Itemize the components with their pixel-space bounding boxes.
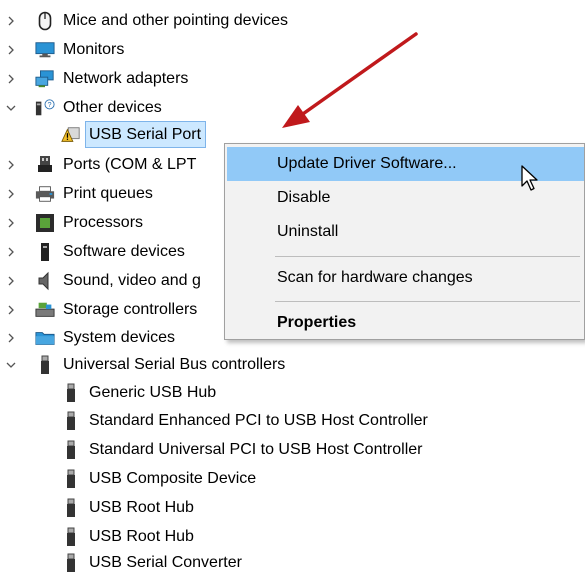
usb-icon [61, 440, 81, 460]
tree-item-usb-root-hub-2[interactable]: USB Root Hub [30, 522, 194, 551]
processor-icon [35, 213, 55, 233]
chevron-right-icon[interactable] [5, 266, 17, 295]
port-icon [35, 155, 55, 175]
chevron-right-icon[interactable] [5, 237, 17, 266]
chevron-right-icon[interactable] [5, 64, 17, 93]
chevron-right-icon[interactable] [5, 208, 17, 237]
mouse-cursor-icon [521, 165, 538, 191]
tree-item-label: Storage controllers [63, 301, 198, 318]
warning-device-icon [61, 125, 81, 145]
usb-icon [61, 553, 81, 573]
menu-item-scan-hardware[interactable]: Scan for hardware changes [227, 261, 584, 295]
chevron-right-icon[interactable] [5, 295, 17, 324]
tree-item-print-queues[interactable]: Print queues [0, 179, 153, 208]
chevron-down-icon[interactable] [5, 93, 17, 122]
tree-item-usb-root-hub-1[interactable]: USB Root Hub [30, 493, 194, 522]
tree-item-software-devices[interactable]: Software devices [0, 237, 185, 266]
tree-item-usb-serial-port[interactable]: USB Serial Port [30, 120, 207, 149]
chevron-right-icon[interactable] [5, 323, 17, 352]
tree-item-usb-serial-converter[interactable]: USB Serial Converter [30, 548, 242, 577]
storage-icon [35, 300, 55, 320]
svg-text:?: ? [48, 100, 52, 109]
tree-item-label: USB Root Hub [89, 528, 194, 545]
tree-item-monitors[interactable]: Monitors [0, 35, 124, 64]
tree-item-network-adapters[interactable]: Network adapters [0, 64, 188, 93]
tree-item-label: USB Root Hub [89, 499, 194, 516]
chevron-right-icon[interactable] [5, 35, 17, 64]
usb-icon [61, 498, 81, 518]
tree-item-mice[interactable]: Mice and other pointing devices [0, 6, 288, 35]
tree-item-system-devices[interactable]: System devices [0, 323, 175, 352]
tree-item-label: Standard Universal PCI to USB Host Contr… [89, 441, 423, 458]
usb-icon [61, 527, 81, 547]
tree-item-storage-controllers[interactable]: Storage controllers [0, 295, 197, 324]
tree-item-label: Generic USB Hub [89, 384, 217, 401]
menu-separator [275, 301, 580, 302]
chevron-down-icon[interactable] [5, 350, 17, 379]
tree-item-processors[interactable]: Processors [0, 208, 143, 237]
usb-icon [61, 411, 81, 431]
tree-item-label: Software devices [63, 243, 185, 260]
usb-icon [61, 383, 81, 403]
tree-item-label: Sound, video and g [63, 272, 201, 289]
unknown-device-icon: ? [35, 98, 55, 118]
tree-item-label: USB Serial Port [85, 121, 207, 148]
usb-icon [35, 355, 55, 375]
network-adapter-icon [35, 69, 55, 89]
tree-item-label: Other devices [63, 99, 162, 116]
software-device-icon [35, 242, 55, 262]
tree-item-label: Processors [63, 214, 144, 231]
tree-item-label: Mice and other pointing devices [63, 12, 289, 29]
tree-item-enhanced-pci-usb[interactable]: Standard Enhanced PCI to USB Host Contro… [30, 406, 428, 435]
mouse-icon [35, 11, 55, 31]
tree-item-other-devices[interactable]: ? Other devices [0, 93, 162, 122]
menu-item-properties[interactable]: Properties [227, 306, 584, 340]
tree-item-ports[interactable]: Ports (COM & LPT [0, 150, 196, 179]
chevron-right-icon[interactable] [5, 179, 17, 208]
tree-item-usb-controllers[interactable]: Universal Serial Bus controllers [0, 350, 285, 379]
printer-icon [35, 184, 55, 204]
folder-icon [35, 328, 55, 348]
tree-item-label: Print queues [63, 185, 153, 202]
tree-item-universal-pci-usb[interactable]: Standard Universal PCI to USB Host Contr… [30, 435, 422, 464]
tree-item-sound-video[interactable]: Sound, video and g [0, 266, 201, 295]
monitor-icon [35, 40, 55, 60]
speaker-icon [35, 271, 55, 291]
tree-item-label: System devices [63, 329, 176, 346]
tree-item-label: Monitors [63, 41, 125, 58]
tree-item-label: Standard Enhanced PCI to USB Host Contro… [89, 412, 428, 429]
tree-item-label: USB Composite Device [89, 470, 257, 487]
tree-item-label: USB Serial Converter [89, 554, 242, 571]
chevron-right-icon[interactable] [5, 6, 17, 35]
menu-separator [275, 256, 580, 257]
tree-item-label: Universal Serial Bus controllers [63, 356, 286, 373]
tree-item-usb-composite[interactable]: USB Composite Device [30, 464, 256, 493]
menu-item-uninstall[interactable]: Uninstall [227, 215, 584, 249]
chevron-right-icon[interactable] [5, 150, 17, 179]
tree-item-label: Network adapters [63, 70, 189, 87]
usb-icon [61, 469, 81, 489]
tree-item-generic-usb-hub[interactable]: Generic USB Hub [30, 378, 216, 407]
tree-item-label: Ports (COM & LPT [63, 156, 197, 173]
